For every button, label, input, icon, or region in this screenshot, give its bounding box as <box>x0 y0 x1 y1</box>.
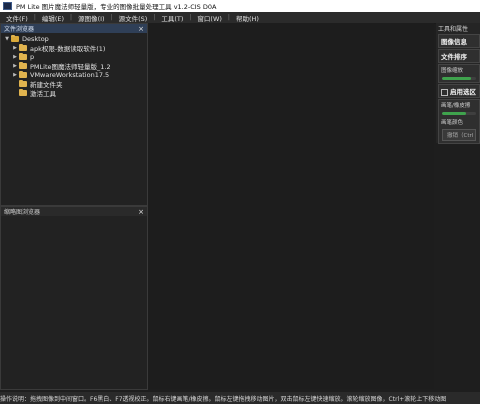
tree-item[interactable]: 新建文件夹 <box>1 79 147 89</box>
thumbnail-browser-panel: 缩略图浏览器 × <box>0 206 148 390</box>
folder-tree: ▼ Desktop ▶ apk权限-数据读取软件(1) ▶ p ▶ PMLite… <box>1 33 147 98</box>
undo-button[interactable]: 撤销（Ctrl <box>442 129 476 141</box>
folder-icon <box>11 34 19 42</box>
image-zoom-section: 图像缩放 <box>438 64 480 83</box>
collapsed-arrow-icon[interactable]: ▶ <box>11 63 19 69</box>
file-browser-panel: 文件浏览器 × ▼ Desktop ▶ apk权限-数据读取软件(1) ▶ p … <box>0 23 148 206</box>
tree-item[interactable]: ▶ VMwareWorkstation17.5 <box>1 70 147 79</box>
image-canvas[interactable] <box>148 23 434 389</box>
status-bar: 操作说明：拖拽图像到中间窗口。F6黑白、F7透视校正。鼠标右键画笔/橡皮擦。鼠标… <box>0 392 480 404</box>
app-logo-icon <box>3 2 12 10</box>
tree-item-label: VMwareWorkstation17.5 <box>30 70 110 79</box>
enable-selection-label: 启用选区 <box>450 88 476 96</box>
tree-item-label: 激活工具 <box>30 89 56 98</box>
expanded-arrow-icon[interactable]: ▼ <box>3 36 11 42</box>
tree-item-label: apk权限-数据读取软件(1) <box>30 44 106 53</box>
tree-item-label: Desktop <box>22 34 49 43</box>
image-zoom-label: 图像缩放 <box>441 68 464 74</box>
brush-color-label: 画笔颜色 <box>441 120 464 126</box>
collapsed-arrow-icon[interactable]: ▶ <box>11 72 19 78</box>
window-title: PM Lite 图片魔法师轻量版，专业的图像批量处理工具 v1.2-CIS D0… <box>16 3 217 11</box>
file-browser-header: 文件浏览器 × <box>1 24 147 33</box>
menu-edit[interactable]: 编辑(E) <box>36 13 70 23</box>
tree-item[interactable]: 激活工具 <box>1 88 147 98</box>
menu-tools[interactable]: 工具(T) <box>155 13 189 23</box>
tree-item[interactable]: ▶ apk权限-数据读取软件(1) <box>1 43 147 53</box>
enable-selection-row[interactable]: 启用选区 <box>439 85 479 97</box>
close-icon[interactable]: × <box>138 25 144 33</box>
file-sort-label: 文件排序 <box>441 53 467 61</box>
menu-window[interactable]: 窗口(W) <box>191 13 228 23</box>
thumbnail-browser-title: 缩略图浏览器 <box>4 209 41 216</box>
file-browser-title: 文件浏览器 <box>4 26 35 33</box>
folder-icon <box>19 52 27 60</box>
tools-properties-panel: 工具和属性 图像信息 文件排序 图像缩放 启用选区 画笔/橡皮擦 画笔颜色 撤销… <box>436 23 480 144</box>
menu-help[interactable]: 帮助(H) <box>230 13 265 23</box>
folder-icon <box>19 70 27 78</box>
close-icon[interactable]: × <box>138 208 144 216</box>
image-info-label: 图像信息 <box>441 38 467 46</box>
menu-source-file[interactable]: 源文件(S) <box>113 13 154 23</box>
thumbnail-browser-header: 缩略图浏览器 × <box>1 207 147 216</box>
menu-source-image[interactable]: 源图像(I) <box>72 13 111 23</box>
image-info-section[interactable]: 图像信息 <box>438 34 480 48</box>
zoom-slider-fill <box>442 77 471 80</box>
zoom-slider[interactable] <box>442 77 476 80</box>
brush-section: 画笔/橡皮擦 画笔颜色 撤销（Ctrl <box>438 99 480 144</box>
file-sort-section[interactable]: 文件排序 <box>438 49 480 63</box>
status-text: 操作说明：拖拽图像到中间窗口。F6黑白、F7透视校正。鼠标右键画笔/橡皮擦。鼠标… <box>0 395 447 403</box>
brush-size-slider-fill <box>442 112 466 115</box>
collapsed-arrow-icon[interactable]: ▶ <box>11 45 19 51</box>
enable-selection-checkbox[interactable] <box>441 88 448 96</box>
brush-label: 画笔/橡皮擦 <box>441 103 471 109</box>
collapsed-arrow-icon[interactable]: ▶ <box>11 54 19 60</box>
brush-size-slider[interactable] <box>442 112 476 115</box>
tree-item-label: p <box>30 52 35 61</box>
folder-icon <box>19 88 27 96</box>
folder-icon <box>19 43 27 51</box>
title-bar: PM Lite 图片魔法师轻量版，专业的图像批量处理工具 v1.2-CIS D0… <box>0 0 480 12</box>
menu-file[interactable]: 文件(F) <box>0 13 34 23</box>
tree-item-label: PMLite图魔法师轻量版_1.2 <box>30 62 111 71</box>
tree-item[interactable]: ▶ PMLite图魔法师轻量版_1.2 <box>1 61 147 71</box>
selection-section[interactable]: 启用选区 <box>438 84 480 98</box>
folder-icon <box>19 61 27 69</box>
folder-icon <box>19 79 27 87</box>
tools-panel-title: 工具和属性 <box>438 25 469 33</box>
